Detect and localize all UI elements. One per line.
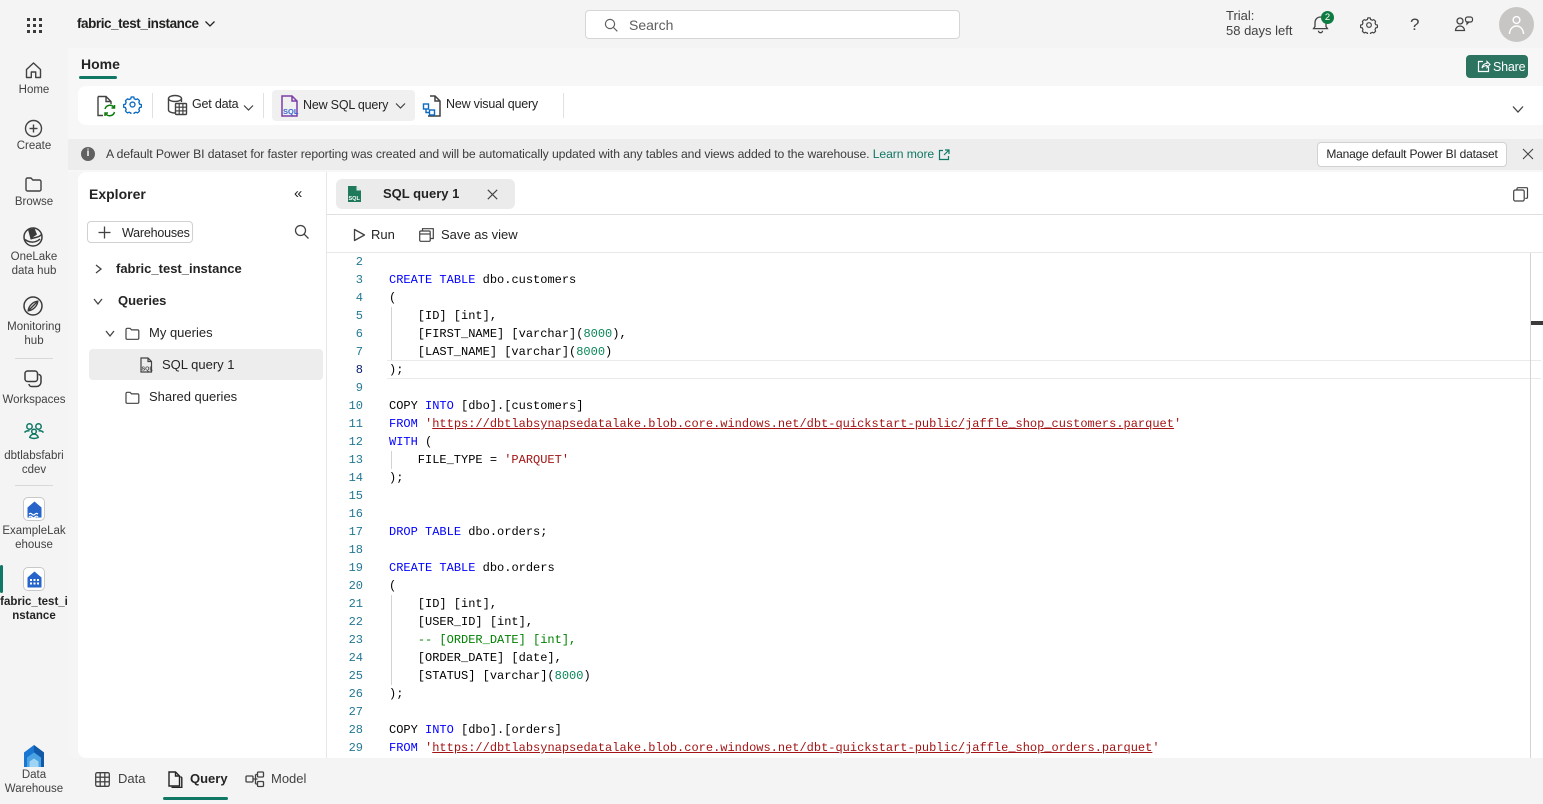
svg-text:SQL: SQL (142, 367, 154, 373)
svg-text:SQL: SQL (349, 196, 361, 202)
svg-text:SQL: SQL (283, 107, 299, 116)
